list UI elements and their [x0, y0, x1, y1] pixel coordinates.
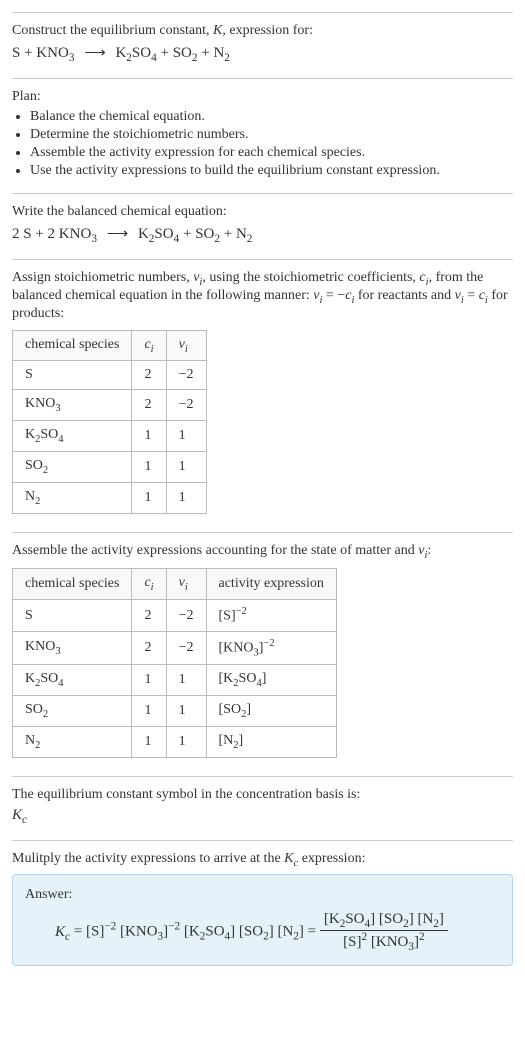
cell-species: S [13, 361, 132, 390]
table-row: S2−2 [13, 361, 207, 390]
plan-section: Plan: Balance the chemical equation. Det… [12, 78, 513, 193]
table-row: SO211 [13, 451, 207, 482]
cell-vi: 1 [166, 696, 206, 727]
plan-list: Balance the chemical equation. Determine… [12, 109, 513, 179]
plan-item: Balance the chemical equation. [30, 109, 513, 125]
col-vi: νi [166, 330, 206, 361]
table-header-row: chemical species ci νi activity expressi… [13, 569, 337, 600]
cell-ci: 1 [132, 726, 166, 757]
cell-vi: 1 [166, 451, 206, 482]
cell-vi: −2 [166, 600, 206, 632]
final-text: Mulitply the activity expressions to arr… [12, 851, 513, 869]
cell-ci: 2 [132, 631, 166, 664]
activity-table: chemical species ci νi activity expressi… [12, 568, 337, 757]
cell-vi: −2 [166, 390, 206, 421]
cell-vi: −2 [166, 631, 206, 664]
table-row: KNO32−2 [13, 390, 207, 421]
plan-heading: Plan: [12, 89, 513, 105]
final-section: Mulitply the activity expressions to arr… [12, 840, 513, 977]
cell-species: N2 [13, 726, 132, 757]
table-row: N211 [13, 482, 207, 513]
balanced-section: Write the balanced chemical equation: 2 … [12, 193, 513, 259]
col-ci: ci [132, 330, 166, 361]
balanced-equation: 2 S + 2 KNO3 ⟶ K2SO4 + SO2 + N2 [12, 224, 513, 245]
symbol-text: The equilibrium constant symbol in the c… [12, 787, 513, 803]
fraction-denominator: [S]2 [KNO3]2 [320, 931, 448, 953]
col-ci: ci [132, 569, 166, 600]
table-row: KNO32−2[KNO3]−2 [13, 631, 337, 664]
table-row: SO211[SO2] [13, 696, 337, 727]
activity-text: Assemble the activity expressions accoun… [12, 543, 513, 561]
stoich-table: chemical species ci νi S2−2 KNO32−2 K2SO… [12, 330, 207, 514]
table-row: S2−2[S]−2 [13, 600, 337, 632]
col-vi: νi [166, 569, 206, 600]
cell-species: K2SO4 [13, 665, 132, 696]
col-species: chemical species [13, 569, 132, 600]
table-row: N211[N2] [13, 726, 337, 757]
cell-activity: [SO2] [206, 696, 336, 727]
cell-vi: 1 [166, 421, 206, 452]
table-row: K2SO411[K2SO4] [13, 665, 337, 696]
activity-section: Assemble the activity expressions accoun… [12, 532, 513, 776]
cell-ci: 1 [132, 665, 166, 696]
table-row: K2SO411 [13, 421, 207, 452]
fraction-numerator: [K2SO4] [SO2] [N2] [320, 911, 448, 931]
cell-activity: [KNO3]−2 [206, 631, 336, 664]
answer-label: Answer: [25, 887, 500, 903]
cell-ci: 1 [132, 696, 166, 727]
symbol-section: The equilibrium constant symbol in the c… [12, 776, 513, 840]
cell-species: K2SO4 [13, 421, 132, 452]
stoich-text: Assign stoichiometric numbers, νi, using… [12, 270, 513, 322]
cell-vi: 1 [166, 726, 206, 757]
cell-activity: [K2SO4] [206, 665, 336, 696]
col-species: chemical species [13, 330, 132, 361]
cell-species: SO2 [13, 451, 132, 482]
cell-vi: −2 [166, 361, 206, 390]
balanced-heading: Write the balanced chemical equation: [12, 204, 513, 220]
cell-ci: 2 [132, 361, 166, 390]
cell-ci: 1 [132, 482, 166, 513]
plan-item: Assemble the activity expression for eac… [30, 145, 513, 161]
cell-ci: 1 [132, 451, 166, 482]
table-header-row: chemical species ci νi [13, 330, 207, 361]
cell-species: S [13, 600, 132, 632]
cell-ci: 2 [132, 600, 166, 632]
cell-ci: 2 [132, 390, 166, 421]
cell-activity: [S]−2 [206, 600, 336, 632]
intro-section: Construct the equilibrium constant, K, e… [12, 12, 513, 78]
symbol-kc: Kc [12, 807, 513, 826]
cell-vi: 1 [166, 482, 206, 513]
cell-activity: [N2] [206, 726, 336, 757]
cell-vi: 1 [166, 665, 206, 696]
plan-item: Determine the stoichiometric numbers. [30, 127, 513, 143]
cell-species: N2 [13, 482, 132, 513]
cell-species: KNO3 [13, 390, 132, 421]
cell-species: KNO3 [13, 631, 132, 664]
plan-item: Use the activity expressions to build th… [30, 163, 513, 179]
cell-ci: 1 [132, 421, 166, 452]
col-activity: activity expression [206, 569, 336, 600]
kc-expression: Kc = [S]−2 [KNO3]−2 [K2SO4] [SO2] [N2] =… [25, 911, 500, 953]
intro-line: Construct the equilibrium constant, K, e… [12, 23, 513, 39]
cell-species: SO2 [13, 696, 132, 727]
stoich-section: Assign stoichiometric numbers, νi, using… [12, 259, 513, 532]
answer-box: Answer: Kc = [S]−2 [KNO3]−2 [K2SO4] [SO2… [12, 874, 513, 966]
unbalanced-equation: S + KNO3 ⟶ K2SO4 + SO2 + N2 [12, 43, 513, 64]
